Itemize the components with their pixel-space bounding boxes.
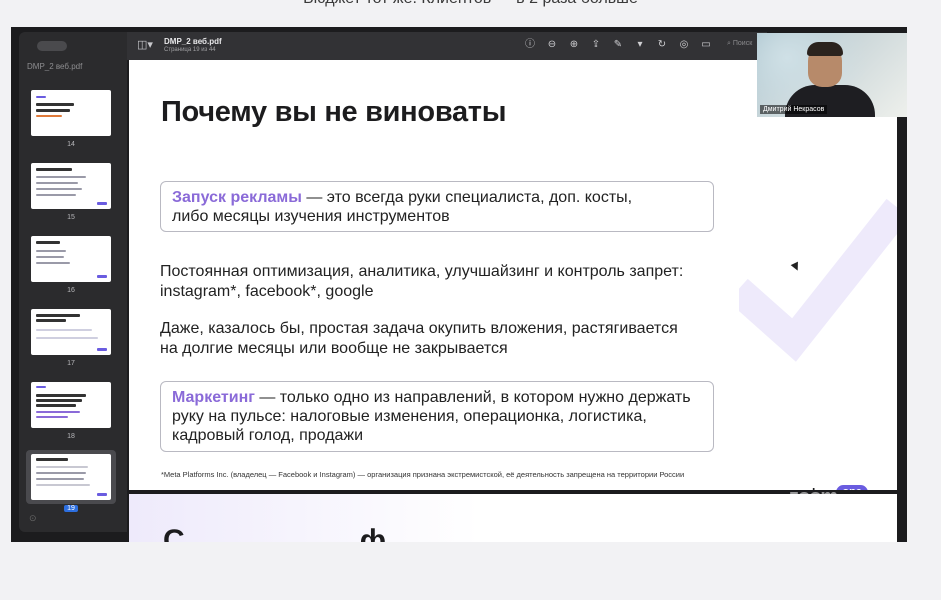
callout-line: Запуск рекламы — это всегда руки специал… bbox=[172, 189, 633, 206]
document-file-name: DMP_2 веб.pdf bbox=[164, 37, 222, 46]
thumbnail-label: 17 bbox=[67, 360, 75, 367]
slide-footnote: *Meta Platforms Inc. (владелец — Faceboo… bbox=[161, 470, 685, 479]
callout-line: руку на пульсе: налоговые изменения, опе… bbox=[172, 408, 647, 425]
thumbnail-page-18[interactable] bbox=[31, 382, 111, 428]
thumbnail-label: 15 bbox=[67, 214, 75, 221]
callout-accent: Маркетинг bbox=[172, 389, 255, 406]
thumbnail-label-active: 19 bbox=[31, 505, 111, 512]
video-caption: Бюджет тот же. Клиентов — в 2 раза больш… bbox=[0, 0, 941, 8]
zoom-in-icon[interactable]: ⊕ bbox=[567, 38, 581, 52]
pdf-viewer-window: DMP_2 веб.pdf 14 15 16 17 18 19 ⊙ ◫▾ DMP… bbox=[11, 27, 907, 542]
info-icon[interactable]: ⓘ bbox=[523, 38, 537, 52]
next-slide-peek: С ф bbox=[129, 494, 897, 542]
sidebar-toggle-icon[interactable]: ◫▾ bbox=[137, 38, 153, 51]
next-slide-title-fragment: С ф bbox=[163, 524, 386, 542]
rotate-icon[interactable]: ↻ bbox=[655, 38, 669, 52]
thumbnail-page-19[interactable] bbox=[31, 454, 111, 500]
thumbnail-label: 16 bbox=[67, 287, 75, 294]
callout-line: либо месяцы изучения инструментов bbox=[172, 208, 450, 225]
markup-icon[interactable]: ◎ bbox=[677, 38, 691, 52]
slide-title: Почему вы не виноваты bbox=[161, 96, 507, 128]
webcam-video-tile: Дмитрий Некрасов bbox=[757, 33, 907, 117]
thumbnail-page-15[interactable] bbox=[31, 163, 111, 209]
paragraph-line: Постоянная оптимизация, аналитика, улучш… bbox=[160, 263, 684, 280]
callout-accent: Запуск рекламы bbox=[172, 189, 302, 206]
search-field[interactable]: ⌕ Поиск bbox=[727, 40, 752, 48]
participant-name: Дмитрий Некрасов bbox=[760, 105, 828, 114]
thumbnail-page-17[interactable] bbox=[31, 309, 111, 355]
callout-line: кадровый голод, продажи bbox=[172, 427, 364, 444]
callout-launch-ads: Запуск рекламы — это всегда руки специал… bbox=[160, 181, 714, 232]
thumbnail-sidebar: DMP_2 веб.pdf 14 15 16 17 18 19 ⊙ bbox=[19, 32, 127, 532]
thumbnail-page-14[interactable] bbox=[31, 90, 111, 136]
logo-one: one bbox=[836, 485, 868, 490]
page-indicator: Страница 19 из 44 bbox=[164, 47, 216, 53]
sidebar-pill[interactable] bbox=[37, 41, 67, 51]
sidebar-document-title: DMP_2 веб.pdf bbox=[27, 62, 83, 71]
settings-icon[interactable]: ⊙ bbox=[29, 513, 37, 524]
sign-icon[interactable]: ▭ bbox=[699, 38, 713, 52]
callout-marketing: Маркетинг — только одно из направлений, … bbox=[160, 381, 714, 452]
chevron-down-icon[interactable]: ▾ bbox=[633, 38, 647, 52]
share-icon[interactable]: ⇪ bbox=[589, 38, 603, 52]
thumbnail-page-16[interactable] bbox=[31, 236, 111, 282]
thumbnail-label: 14 bbox=[67, 141, 75, 148]
thumbnail-label: 18 bbox=[67, 433, 75, 440]
viewer-toolbar: ◫▾ DMP_2 веб.pdf Страница 19 из 44 ⓘ ⊖ ⊕… bbox=[127, 32, 767, 60]
zoom-watermark: zoom bbox=[789, 486, 838, 508]
paragraph-line: Даже, казалось бы, простая задача окупит… bbox=[160, 320, 678, 337]
paragraph-line: instagram*, facebook*, google bbox=[160, 283, 374, 300]
pen-icon[interactable]: ✎ bbox=[611, 38, 625, 52]
pdf-slide-page: Почему вы не виноваты Запуск рекламы — э… bbox=[129, 60, 897, 490]
paragraph-line: на долгие месяцы или вообще не закрывает… bbox=[160, 340, 508, 357]
paragraph-payback: Даже, казалось бы, простая задача окупит… bbox=[160, 319, 678, 359]
zoom-out-icon[interactable]: ⊖ bbox=[545, 38, 559, 52]
callout-line: Маркетинг — только одно из направлений, … bbox=[172, 389, 691, 406]
checkmark-decoration-icon bbox=[739, 198, 897, 362]
paragraph-optimization: Постоянная оптимизация, аналитика, улучш… bbox=[160, 262, 683, 302]
